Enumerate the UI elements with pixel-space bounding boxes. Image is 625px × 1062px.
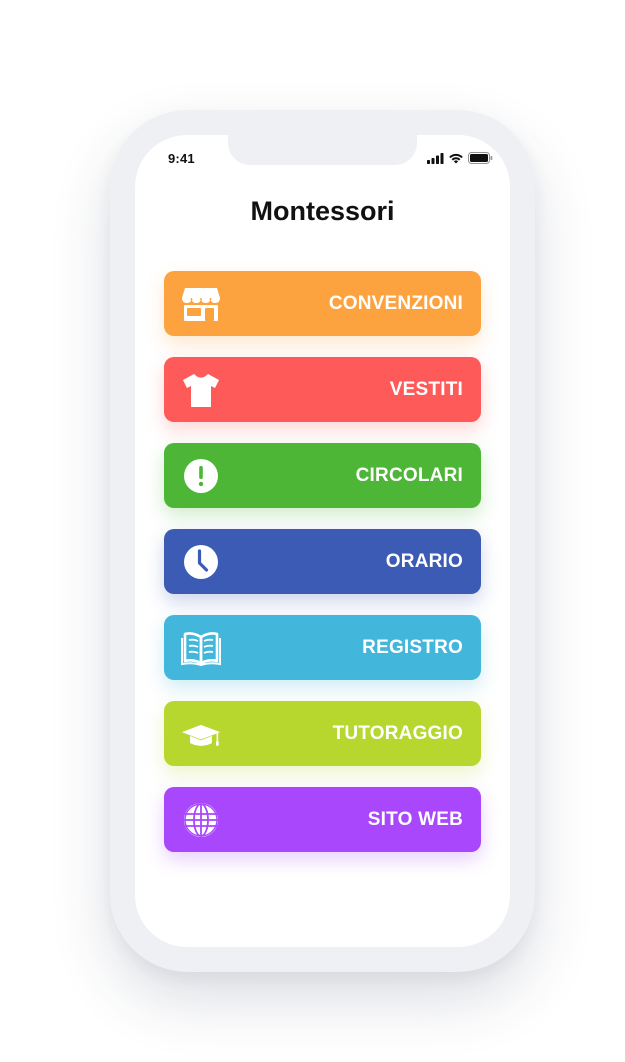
menu-item-label: ORARIO	[385, 551, 463, 572]
clock-icon	[181, 544, 221, 580]
stage: 9:41 Montessori CONVENZIONI VESTITI CIRC…	[0, 0, 625, 1062]
menu-item-orario[interactable]: ORARIO	[164, 529, 481, 594]
phone-screen: 9:41 Montessori CONVENZIONI VESTITI CIRC…	[135, 135, 510, 947]
book-icon	[181, 630, 221, 666]
menu-item-tutoraggio[interactable]: TUTORAGGIO	[164, 701, 481, 766]
menu-item-label: CIRCOLARI	[355, 465, 463, 486]
signal-icon	[427, 152, 444, 164]
menu-item-circolari[interactable]: CIRCOLARI	[164, 443, 481, 508]
menu-item-convenzioni[interactable]: CONVENZIONI	[164, 271, 481, 336]
app-title: Montessori	[250, 196, 395, 226]
exclamation-icon	[181, 458, 221, 494]
notch	[228, 135, 417, 165]
phone-frame: 9:41 Montessori CONVENZIONI VESTITI CIRC…	[110, 110, 535, 972]
menu-item-registro[interactable]: REGISTRO	[164, 615, 481, 680]
graduation-cap-icon	[181, 716, 221, 752]
menu-item-vestiti[interactable]: VESTITI	[164, 357, 481, 422]
status-icons	[427, 152, 493, 164]
store-icon	[181, 286, 221, 322]
menu-item-label: VESTITI	[389, 379, 463, 400]
tshirt-icon	[181, 372, 221, 408]
menu-item-label: TUTORAGGIO	[332, 723, 463, 744]
menu-item-sito-web[interactable]: SITO WEB	[164, 787, 481, 852]
wifi-icon	[448, 152, 464, 164]
menu-item-label: CONVENZIONI	[328, 293, 463, 314]
status-time: 9:41	[168, 151, 195, 166]
globe-icon	[181, 802, 221, 838]
menu-item-label: REGISTRO	[362, 637, 463, 658]
main-menu: CONVENZIONI VESTITI CIRCOLARI ORARIO REG…	[164, 271, 481, 873]
menu-item-label: SITO WEB	[367, 809, 463, 830]
battery-icon	[468, 152, 493, 164]
